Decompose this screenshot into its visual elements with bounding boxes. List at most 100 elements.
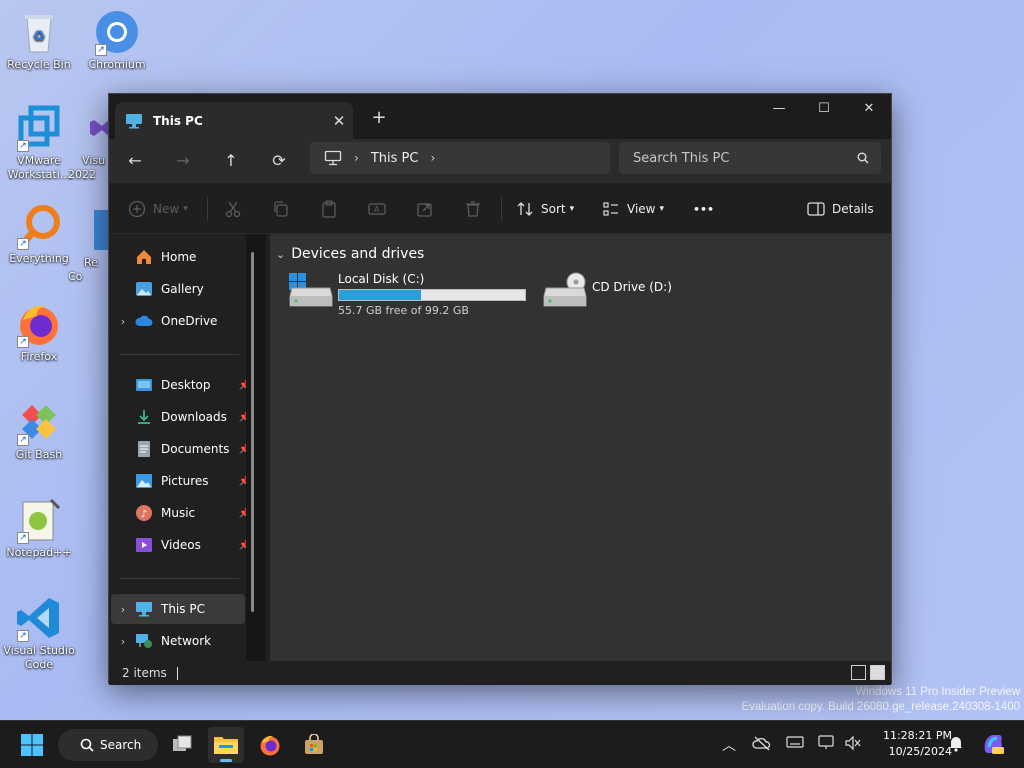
- desktop-icon-app[interactable]: Re Co: [68, 206, 108, 284]
- taskbar-search-button[interactable]: Search: [58, 729, 158, 761]
- toolbar-divider: [501, 197, 502, 221]
- minimize-button[interactable]: —: [756, 94, 802, 124]
- task-view-button[interactable]: [164, 727, 200, 763]
- sidebar-item-videos[interactable]: Videos 📌: [111, 530, 251, 560]
- sidebar-item-home[interactable]: Home: [111, 242, 245, 272]
- show-hidden-icons-button[interactable]: ︿: [722, 735, 736, 755]
- network-tray-icon[interactable]: [818, 735, 836, 755]
- drive-cd-d[interactable]: CD Drive (D:): [542, 272, 672, 310]
- view-button[interactable]: View ▾: [601, 196, 664, 222]
- new-button[interactable]: New ▾: [127, 196, 188, 222]
- plus-circle-icon: [128, 200, 146, 218]
- watermark-line-1: Windows 11 Pro Insider Preview: [855, 686, 1020, 698]
- more-options-button[interactable]: •••: [693, 196, 714, 222]
- sort-icon: [517, 202, 533, 216]
- volume-tray-icon[interactable]: [844, 735, 862, 755]
- sort-button[interactable]: Sort ▾: [515, 196, 574, 222]
- monitor-icon: [126, 113, 142, 128]
- tab-close-button[interactable]: ✕: [325, 112, 353, 130]
- group-header-devices[interactable]: ⌄ Devices and drives: [276, 246, 424, 262]
- cd-drive-icon: [543, 272, 587, 307]
- taskbar-file-explorer[interactable]: [208, 727, 244, 763]
- sidebar-item-downloads[interactable]: Downloads 📌: [111, 402, 251, 432]
- desktop-icon-git-bash[interactable]: ↗ Git Bash: [1, 398, 77, 462]
- breadcrumb-separator-icon[interactable]: ›: [354, 151, 359, 165]
- rename-button[interactable]: A: [367, 196, 393, 222]
- refresh-button[interactable]: ⟳: [264, 147, 294, 175]
- cut-button[interactable]: [223, 196, 249, 222]
- sidebar-item-music[interactable]: ♪ Music 📌: [111, 498, 251, 528]
- desktop-icon-recycle-bin[interactable]: ♻ Recycle Bin: [1, 8, 77, 72]
- breadcrumb-separator-icon[interactable]: ›: [430, 151, 435, 165]
- chevron-down-icon[interactable]: ⌄: [276, 248, 285, 261]
- desktop-icon-label: VMware Workstati...: [7, 154, 71, 181]
- clipboard-icon: [322, 200, 336, 218]
- chevron-right-icon[interactable]: ›: [111, 635, 135, 648]
- address-bar[interactable]: › This PC ›: [310, 142, 610, 174]
- title-bar[interactable]: This PC ✕ + — ☐ ✕: [109, 94, 891, 139]
- desktop-icon-vmware[interactable]: ↗ VMware Workstati...: [1, 104, 77, 182]
- git-bash-icon: ↗: [15, 398, 63, 446]
- back-button[interactable]: ←: [120, 147, 150, 175]
- keyboard-tray-icon[interactable]: [786, 735, 804, 753]
- desktop-icon-visual-studio[interactable]: Visu 2022: [68, 104, 108, 182]
- desktop-icon-vscode[interactable]: ↗ Visual Studio Code: [1, 594, 77, 672]
- sidebar-item-pictures[interactable]: Pictures 📌: [111, 466, 251, 496]
- drive-local-disk-c[interactable]: Local Disk (C:) 55.7 GB free of 99.2 GB: [288, 272, 526, 317]
- onedrive-tray-icon[interactable]: [752, 735, 772, 755]
- desktop-icon-label: Notepad++: [6, 546, 72, 559]
- sidebar-item-desktop[interactable]: Desktop 📌: [111, 370, 251, 400]
- breadcrumb-this-pc[interactable]: This PC: [371, 151, 419, 166]
- copilot-button[interactable]: [980, 731, 1006, 761]
- desktop-icon-firefox[interactable]: ↗ Firefox: [1, 300, 77, 364]
- desktop-icon-everything[interactable]: ↗ Everything: [1, 202, 77, 266]
- sidebar-item-this-pc[interactable]: › This PC: [111, 594, 245, 624]
- notifications-button[interactable]: [948, 734, 964, 756]
- up-button[interactable]: ↑: [216, 147, 246, 175]
- maximize-button[interactable]: ☐: [801, 94, 847, 124]
- taskbar-firefox[interactable]: [252, 727, 288, 763]
- vscode-icon: ↗: [15, 594, 63, 642]
- sidebar-item-onedrive[interactable]: › OneDrive: [111, 306, 245, 336]
- close-button[interactable]: ✕: [846, 94, 892, 124]
- copy-button[interactable]: [271, 196, 297, 222]
- search-box[interactable]: [619, 142, 881, 174]
- copy-icon: [274, 201, 288, 217]
- forward-button[interactable]: →: [168, 147, 198, 175]
- sidebar-item-label: Downloads: [161, 410, 227, 424]
- paste-button[interactable]: [319, 196, 345, 222]
- taskbar-search-label: Search: [100, 738, 142, 752]
- shortcut-arrow-icon: ↗: [17, 336, 29, 348]
- sidebar-scrollbar-thumb[interactable]: [251, 252, 254, 612]
- desktop-icon-label: Visual Studio Code: [3, 644, 75, 671]
- tiles-view-icon[interactable]: [870, 665, 885, 680]
- desktop-icon-notepad-plus-plus[interactable]: ↗ Notepad++: [1, 496, 77, 560]
- sidebar-scrollbar-track[interactable]: [246, 234, 266, 661]
- sidebar-item-label: Videos: [161, 538, 201, 552]
- tab-this-pc[interactable]: This PC ✕: [115, 102, 353, 139]
- drive-name: CD Drive (D:): [592, 280, 672, 294]
- sidebar-item-label: Home: [161, 250, 197, 264]
- shortcut-arrow-icon: ↗: [17, 630, 29, 642]
- sidebar-item-gallery[interactable]: Gallery: [111, 274, 245, 304]
- taskbar-store[interactable]: [296, 727, 332, 763]
- chevron-right-icon[interactable]: ›: [111, 603, 135, 616]
- share-button[interactable]: [415, 196, 441, 222]
- desktop-icon-chromium[interactable]: ↗ Chromium: [79, 8, 155, 72]
- sidebar-item-documents[interactable]: Documents 📌: [111, 434, 251, 464]
- chevron-right-icon[interactable]: ›: [111, 315, 135, 328]
- sidebar-item-network[interactable]: › Network: [111, 626, 245, 656]
- new-tab-button[interactable]: +: [367, 106, 391, 130]
- clock[interactable]: 11:28:21 PM 10/25/2024: [862, 728, 952, 760]
- vmware-icon: ↗: [15, 104, 63, 152]
- navigation-bar: ← → ↑ ⟳ › This PC ›: [109, 139, 891, 183]
- sidebar-item-label: OneDrive: [161, 314, 218, 328]
- delete-button[interactable]: [463, 196, 489, 222]
- view-label: View: [627, 202, 656, 216]
- search-input[interactable]: [633, 150, 833, 166]
- shortcut-arrow-icon: ↗: [17, 532, 29, 544]
- start-button[interactable]: [14, 727, 50, 763]
- document-icon: [138, 441, 150, 457]
- details-view-icon[interactable]: [851, 665, 866, 680]
- details-button[interactable]: Details: [806, 196, 874, 222]
